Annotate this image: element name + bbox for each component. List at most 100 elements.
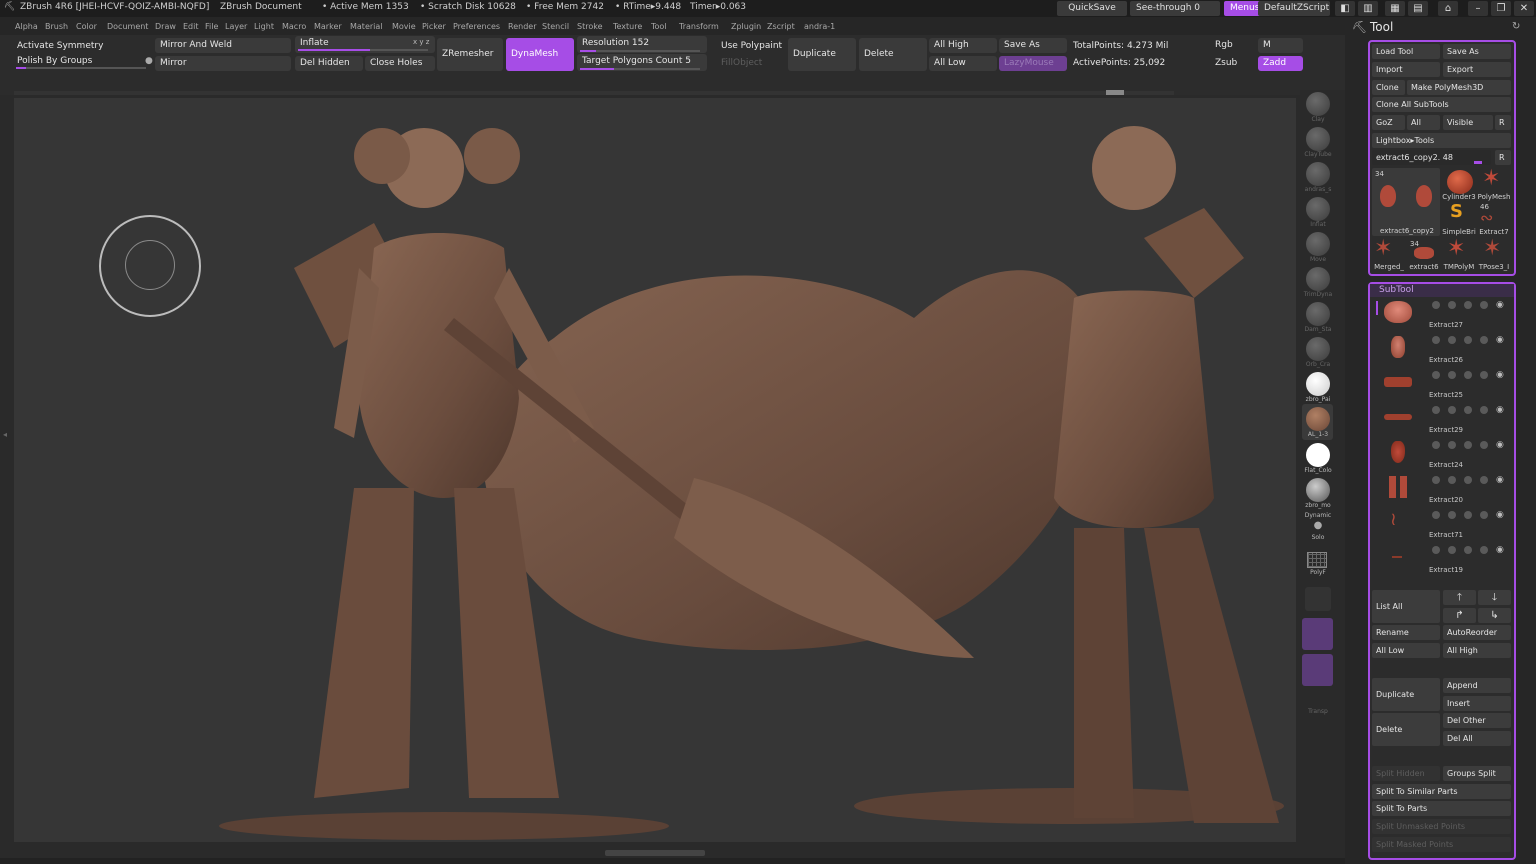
rgb-button[interactable]: Rgb bbox=[1210, 38, 1255, 53]
visibility-eye-icon[interactable]: ◉ bbox=[1496, 405, 1504, 415]
clone-button[interactable]: Clone bbox=[1372, 80, 1405, 95]
subtool-row-extract27[interactable]: ◉ Extract27 bbox=[1372, 297, 1512, 332]
use-polypaint-toggle[interactable]: Use Polypaint bbox=[721, 41, 782, 51]
groups-split-button[interactable]: Groups Split bbox=[1443, 766, 1511, 781]
menu-andra[interactable]: andra-1 bbox=[804, 22, 835, 31]
subtool-row-extract29[interactable]: ◉ Extract29 bbox=[1372, 402, 1512, 437]
maximize-icon[interactable]: ❐ bbox=[1491, 1, 1511, 16]
layout-alt-icon[interactable]: ▥ bbox=[1358, 1, 1378, 16]
trimdyna-brush-icon[interactable] bbox=[1306, 267, 1330, 291]
subtool-toggle[interactable] bbox=[1480, 336, 1488, 344]
menu-light[interactable]: Light bbox=[254, 22, 274, 31]
flat-color-material-icon[interactable] bbox=[1306, 443, 1330, 467]
extract7-thumb-icon[interactable]: ∾ bbox=[1480, 208, 1493, 227]
all-high-button[interactable]: All High bbox=[929, 38, 997, 53]
subtool-polypaint-toggle[interactable] bbox=[1432, 546, 1440, 554]
subtool-toggle[interactable] bbox=[1480, 301, 1488, 309]
subtool-toggle[interactable] bbox=[1464, 406, 1472, 414]
andras-brush-icon[interactable] bbox=[1306, 162, 1330, 186]
split-hidden-button[interactable]: Split Hidden bbox=[1372, 766, 1440, 781]
subtool-toggle[interactable] bbox=[1464, 301, 1472, 309]
dynamesh-button[interactable]: DynaMesh bbox=[506, 38, 574, 71]
solo-icon[interactable]: ● bbox=[1310, 520, 1326, 532]
subtool-polypaint-toggle[interactable] bbox=[1432, 406, 1440, 414]
subtool-row-extract25[interactable]: ◉ Extract25 bbox=[1372, 367, 1512, 402]
minimize-icon[interactable]: – bbox=[1468, 1, 1488, 16]
visibility-eye-icon[interactable]: ◉ bbox=[1496, 475, 1504, 485]
menu-file[interactable]: File bbox=[205, 22, 218, 31]
subtool-toggle[interactable] bbox=[1448, 476, 1456, 484]
zadd-button[interactable]: Zadd bbox=[1258, 56, 1303, 71]
menu-stencil[interactable]: Stencil bbox=[542, 22, 569, 31]
clone-all-subtools-button[interactable]: Clone All SubTools bbox=[1372, 97, 1511, 112]
m-button[interactable]: M bbox=[1258, 38, 1303, 53]
move-brush-icon[interactable] bbox=[1306, 232, 1330, 256]
transparency-toggle-icon[interactable] bbox=[1302, 618, 1333, 650]
split-unmasked-points-button[interactable]: Split Unmasked Points bbox=[1372, 819, 1511, 834]
subtool-polypaint-toggle[interactable] bbox=[1432, 441, 1440, 449]
orb-crack-brush-icon[interactable] bbox=[1306, 337, 1330, 361]
split-masked-points-button[interactable]: Split Masked Points bbox=[1372, 837, 1511, 852]
subtool-polypaint-toggle[interactable] bbox=[1432, 476, 1440, 484]
subtool-toggle[interactable] bbox=[1448, 511, 1456, 519]
subtool-toggle[interactable] bbox=[1480, 406, 1488, 414]
menu-color[interactable]: Color bbox=[76, 22, 97, 31]
del-all-button[interactable]: Del All bbox=[1443, 731, 1511, 746]
subtool-row-extract24[interactable]: ◉ Extract24 bbox=[1372, 437, 1512, 472]
close-holes-button[interactable]: Close Holes bbox=[365, 56, 435, 71]
subtool-polypaint-toggle[interactable] bbox=[1432, 301, 1440, 309]
export-button[interactable]: Export bbox=[1443, 62, 1511, 77]
polish-slider[interactable] bbox=[16, 67, 146, 69]
layout-icon[interactable]: ◧ bbox=[1335, 1, 1355, 16]
autoreorder-button[interactable]: AutoReorder bbox=[1443, 625, 1511, 640]
menu-stroke[interactable]: Stroke bbox=[577, 22, 603, 31]
move-down-arrow-icon[interactable]: 🡓 bbox=[1478, 590, 1511, 605]
all-low-button[interactable]: All Low bbox=[929, 56, 997, 71]
load-tool-button[interactable]: Load Tool bbox=[1372, 44, 1440, 59]
subtool-polypaint-toggle[interactable] bbox=[1432, 371, 1440, 379]
del-other-button[interactable]: Del Other bbox=[1443, 713, 1511, 728]
visibility-eye-icon[interactable]: ◉ bbox=[1496, 300, 1504, 310]
menu-macro[interactable]: Macro bbox=[282, 22, 306, 31]
activate-symmetry-button[interactable]: Activate Symmetry bbox=[17, 41, 103, 51]
subtool-all-low-button[interactable]: All Low bbox=[1372, 643, 1440, 658]
list-all-button[interactable]: List All bbox=[1372, 590, 1440, 623]
move-to-top-icon[interactable]: ↱ bbox=[1443, 608, 1476, 623]
menu-transform[interactable]: Transform bbox=[679, 22, 719, 31]
tpose-thumb-icon[interactable]: ✶ bbox=[1483, 236, 1501, 261]
delete-button[interactable]: Delete bbox=[859, 38, 927, 71]
simplebrush-thumb-icon[interactable]: S bbox=[1450, 201, 1463, 222]
see-through-slider[interactable]: See-through 0 bbox=[1130, 1, 1220, 16]
duplicate-button[interactable]: Duplicate bbox=[788, 38, 856, 71]
polyframe-icon[interactable] bbox=[1307, 552, 1327, 568]
subtool-toggle[interactable] bbox=[1448, 546, 1456, 554]
menu-tool[interactable]: Tool bbox=[651, 22, 667, 31]
polish-by-groups-button[interactable]: Polish By Groups bbox=[17, 56, 92, 66]
zbro-mo-material-icon[interactable] bbox=[1306, 478, 1330, 502]
subtool-polypaint-toggle[interactable] bbox=[1432, 336, 1440, 344]
move-to-bottom-icon[interactable]: ↳ bbox=[1478, 608, 1511, 623]
subtool-toggle[interactable] bbox=[1480, 511, 1488, 519]
tmpolymesh-thumb-icon[interactable]: ✶ bbox=[1447, 236, 1465, 261]
subtool-row-extract19[interactable]: ◉ Extract19 bbox=[1372, 542, 1512, 577]
subtool-toggle[interactable] bbox=[1448, 371, 1456, 379]
del-hidden-button[interactable]: Del Hidden bbox=[295, 56, 363, 71]
menu-movie[interactable]: Movie bbox=[392, 22, 416, 31]
lock-icon[interactable]: ⌂ bbox=[1438, 1, 1458, 16]
subtool-toggle[interactable] bbox=[1464, 476, 1472, 484]
extract6-thumb-icon[interactable] bbox=[1414, 247, 1434, 259]
menu-marker[interactable]: Marker bbox=[314, 22, 342, 31]
menu-alpha[interactable]: Alpha bbox=[15, 22, 38, 31]
menu-document[interactable]: Document bbox=[107, 22, 148, 31]
merged-thumb-icon[interactable]: ✶ bbox=[1374, 236, 1392, 261]
subtool-toggle[interactable] bbox=[1448, 301, 1456, 309]
subtool-toggle[interactable] bbox=[1448, 336, 1456, 344]
fill-object-button[interactable]: FillObject bbox=[721, 58, 762, 68]
quicksave-button[interactable]: QuickSave bbox=[1057, 1, 1127, 16]
goz-visible-button[interactable]: Visible bbox=[1443, 115, 1493, 130]
import-button[interactable]: Import bbox=[1372, 62, 1440, 77]
menu-zplugin[interactable]: Zplugin bbox=[731, 22, 761, 31]
canvas-scroll-thumb[interactable] bbox=[1106, 90, 1124, 95]
goz-button[interactable]: GoZ bbox=[1372, 115, 1405, 130]
visibility-eye-icon[interactable]: ◉ bbox=[1496, 545, 1504, 555]
